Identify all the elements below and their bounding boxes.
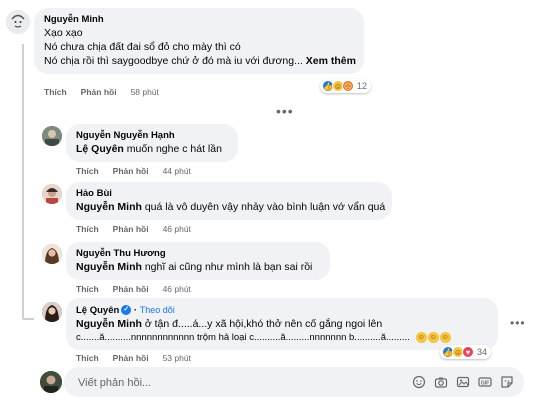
like-button[interactable]: Thích	[76, 284, 99, 294]
avatar-image-icon	[42, 302, 62, 322]
comment-text: Lệ Quyên muốn nghe c hát lần	[76, 142, 228, 156]
follow-button[interactable]: Theo dõi	[140, 305, 175, 315]
comment-author[interactable]: Nguyễn Minh	[44, 14, 354, 26]
reply-button[interactable]: Phản hồi	[113, 284, 149, 294]
current-user-avatar[interactable]	[40, 371, 62, 393]
emoji-icon[interactable]	[412, 375, 426, 389]
photo-icon[interactable]	[456, 375, 470, 389]
mention-link[interactable]: Nguyễn Minh	[76, 201, 142, 213]
see-more-link[interactable]: Xem thêm	[306, 55, 356, 67]
reaction-summary[interactable]: 👍 ☺ ♥ 34	[440, 345, 492, 359]
svg-text:GIF: GIF	[481, 380, 489, 386]
reply-button[interactable]: Phản hồi	[113, 353, 149, 363]
reply-button[interactable]: Phản hồi	[81, 87, 117, 97]
timestamp[interactable]: 53 phút	[163, 353, 191, 363]
mention-link[interactable]: Nguyễn Minh	[76, 318, 142, 330]
more-options-icon[interactable]: •••	[276, 104, 294, 118]
reaction-summary[interactable]: 👍 ☺ ☹ 12	[320, 79, 372, 93]
comment-body: muốn nghe c hát lần	[123, 143, 222, 155]
like-button[interactable]: Thích	[76, 166, 99, 176]
avatar[interactable]	[42, 126, 62, 146]
comment-line: Xạo xạo	[44, 27, 83, 39]
grinning-emoji-icon: ☺	[415, 331, 427, 343]
grinning-emoji-icon: ☺	[439, 331, 451, 343]
like-button[interactable]: Thích	[76, 224, 99, 234]
avatar-image-icon	[40, 371, 62, 393]
comment-bubble: Nguyễn Nguyễn Hạnh Lệ Quyên muốn nghe c …	[66, 124, 238, 162]
reply-button[interactable]: Phản hồi	[113, 224, 149, 234]
avatar-image-icon	[42, 184, 62, 204]
avatar-image-icon	[42, 244, 62, 264]
reply-composer: GIF	[64, 367, 524, 399]
comment-body: ở tận đ.....á...y xã hội,khó thở nên cố …	[141, 318, 383, 330]
comment-line: Nó chưa chịa đất đai sổ đỏ cho mày thì c…	[44, 41, 241, 53]
avatar[interactable]	[42, 302, 62, 322]
comment-body-line2: c.......ă..........nnnnnnnnnnnn trộm hả …	[76, 332, 410, 343]
avatar-image-icon	[6, 10, 30, 34]
camera-icon[interactable]	[434, 375, 448, 389]
reaction-count: 34	[477, 347, 488, 357]
grinning-emoji-icon: ☺	[427, 331, 439, 343]
comment-text-line2: c.......ă..........nnnnnnnnnnnn trộm hả …	[76, 331, 488, 345]
comment-actions: Thích Phản hồi 46 phút	[76, 224, 191, 234]
comment-text: Nguyễn Minh nghĩ ai cũng như mình là bạn…	[76, 260, 320, 274]
reply-input[interactable]	[76, 367, 400, 399]
emoji-group: ☺ ☺ ☺	[415, 331, 452, 343]
timestamp[interactable]: 46 phút	[163, 284, 191, 294]
comment-author[interactable]: Nguyễn Nguyễn Hạnh	[76, 130, 228, 142]
gif-icon[interactable]: GIF	[478, 375, 492, 389]
comment-author[interactable]: Hảo Bùi	[76, 188, 382, 200]
angry-icon: ☹	[342, 80, 354, 92]
reply-button[interactable]: Phản hồi	[113, 166, 149, 176]
comment-actions: Thích Phản hồi 58 phút	[44, 87, 159, 97]
comment-line-text: Nó chịa rồi thì saygoodbye chứ ở đó mà i…	[44, 55, 303, 67]
verified-badge-icon: ✓	[121, 305, 132, 316]
comment-body: nghĩ ai cũng như mình là bạn sai rồi	[141, 261, 313, 273]
avatar[interactable]	[42, 184, 62, 204]
comment-author[interactable]: Nguyễn Thu Hương	[76, 248, 320, 260]
avatar-image-icon	[42, 126, 62, 146]
thread-line	[22, 44, 24, 319]
mention-link[interactable]: Nguyễn Minh	[76, 261, 142, 273]
comment-author-name[interactable]: Lệ Quyên	[76, 305, 119, 316]
comment-bubble: Nguyễn Minh Xạo xạo Nó chưa chịa đất đai…	[34, 8, 364, 74]
comment-bubble: Hảo Bùi Nguyễn Minh quá là vô duyên vậy …	[66, 182, 392, 220]
timestamp[interactable]: 58 phút	[131, 87, 159, 97]
thread-line-branch	[22, 318, 34, 320]
comment-text: Nguyễn Minh ở tận đ.....á...y xã hội,khó…	[76, 317, 488, 331]
comment-line: Nó chịa rồi thì saygoodbye chứ ở đó mà i…	[44, 54, 356, 68]
mention-link[interactable]: Lệ Quyên	[76, 143, 124, 155]
timestamp[interactable]: 44 phút	[163, 166, 191, 176]
comment-body: quá là vô duyên vậy nhảy vào bình luận v…	[141, 201, 386, 213]
comment-text: Nguyễn Minh quá là vô duyên vậy nhảy vào…	[76, 200, 386, 214]
reaction-count: 12	[357, 81, 368, 91]
comment-actions: Thích Phản hồi 44 phút	[76, 166, 191, 176]
like-button[interactable]: Thích	[44, 87, 67, 97]
avatar[interactable]	[42, 244, 62, 264]
comment-bubble: Nguyễn Thu Hương Nguyễn Minh nghĩ ai cũn…	[66, 242, 330, 280]
comment-actions: Thích Phản hồi 53 phút	[76, 353, 191, 363]
like-button[interactable]: Thích	[76, 353, 99, 363]
avatar[interactable]	[6, 10, 30, 34]
sticker-icon[interactable]	[500, 375, 514, 389]
comment-author: Lệ Quyên ✓ · Theo dõi	[76, 305, 175, 316]
love-icon: ♥	[462, 346, 474, 358]
timestamp[interactable]: 46 phút	[163, 224, 191, 234]
more-options-icon[interactable]: •••	[510, 317, 526, 329]
comment-actions: Thích Phản hồi 46 phút	[76, 284, 191, 294]
comment-bubble: Lệ Quyên ✓ · Theo dõi Nguyễn Minh ở tận đ…	[66, 298, 498, 350]
